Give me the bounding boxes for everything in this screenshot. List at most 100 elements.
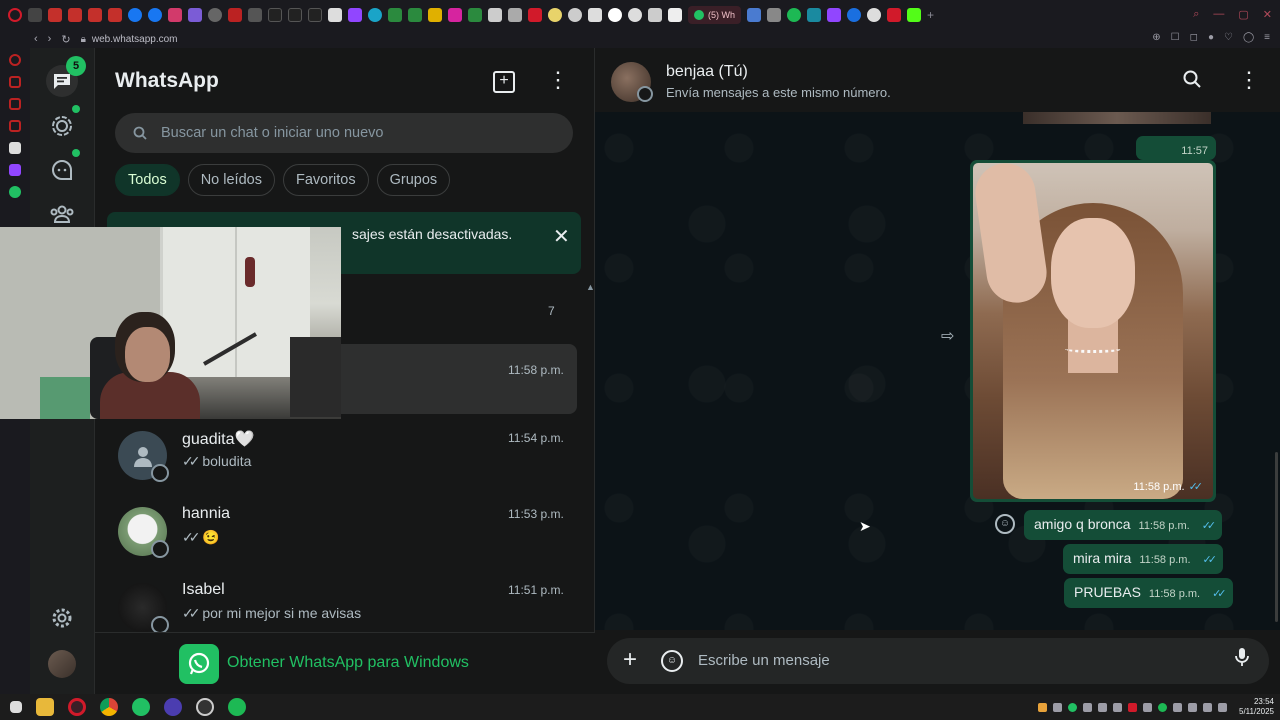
youtube-tab-icon[interactable] bbox=[88, 8, 102, 22]
menu-icon[interactable]: ≡ bbox=[1264, 32, 1270, 43]
tray-icon[interactable] bbox=[1113, 702, 1122, 712]
whatsapp-taskbar-icon[interactable] bbox=[132, 698, 150, 716]
composer-box[interactable]: + ☺ bbox=[607, 638, 1269, 684]
tab-icon[interactable] bbox=[508, 8, 522, 22]
tab-icon[interactable] bbox=[248, 8, 262, 22]
chat-row-guadita[interactable]: guadita🤍 11:54 p.m. ✓✓ boludita bbox=[107, 420, 577, 494]
opera-logo-icon[interactable] bbox=[8, 8, 22, 22]
chat-search-box[interactable]: Buscar un chat o iniciar uno nuevo bbox=[115, 113, 573, 153]
twitch-tab-icon[interactable] bbox=[827, 8, 841, 22]
windows-start-icon[interactable] bbox=[10, 701, 22, 713]
forward-icon[interactable]: › bbox=[48, 33, 52, 45]
new-chat-icon[interactable]: + bbox=[493, 71, 515, 93]
tab-icon[interactable] bbox=[668, 8, 682, 22]
tab-icon[interactable] bbox=[368, 8, 382, 22]
forward-icon[interactable]: ⇨ bbox=[941, 326, 954, 346]
tab-icon[interactable] bbox=[628, 8, 642, 22]
attach-plus-icon[interactable]: + bbox=[623, 647, 637, 673]
filter-todos[interactable]: Todos bbox=[115, 164, 180, 196]
docs-tab-icon[interactable] bbox=[488, 8, 502, 22]
tab-icon[interactable] bbox=[168, 8, 182, 22]
chrome-taskbar-icon[interactable] bbox=[100, 698, 118, 716]
obs-taskbar-icon[interactable] bbox=[196, 698, 214, 716]
filter-favoritos[interactable]: Favoritos bbox=[282, 164, 369, 196]
tab-icon[interactable] bbox=[9, 120, 21, 132]
tiktok-tab-icon[interactable] bbox=[288, 8, 302, 22]
heart-icon[interactable]: ♡ bbox=[1224, 32, 1233, 43]
microphone-icon[interactable] bbox=[1235, 647, 1249, 673]
filter-no-leidos[interactable]: No leídos bbox=[187, 164, 275, 196]
tab-icon[interactable] bbox=[328, 8, 342, 22]
emoji-react-icon[interactable]: ☺ bbox=[995, 514, 1015, 534]
extension-icon[interactable]: ● bbox=[1208, 32, 1214, 43]
drive-tab-icon[interactable] bbox=[408, 8, 422, 22]
reload-icon[interactable]: ↻ bbox=[61, 33, 70, 46]
tab-icon[interactable] bbox=[568, 8, 582, 22]
tab-icon[interactable] bbox=[747, 8, 761, 22]
search-icon[interactable] bbox=[1183, 70, 1201, 93]
tray-icon[interactable] bbox=[1053, 702, 1062, 712]
volume-icon[interactable] bbox=[1218, 702, 1227, 712]
tab-icon[interactable] bbox=[648, 8, 662, 22]
status-nav-button[interactable] bbox=[46, 110, 78, 142]
facebook-tab-icon[interactable] bbox=[128, 8, 142, 22]
new-tab-icon[interactable]: + bbox=[927, 8, 934, 22]
message-bubble[interactable]: PRUEBAS 11:58 p.m. ✓✓ bbox=[1064, 578, 1233, 608]
taskbar-clock[interactable]: 23:54 5/11/2025 bbox=[1239, 697, 1274, 717]
url-text[interactable]: web.whatsapp.com bbox=[92, 34, 178, 45]
tab-icon[interactable] bbox=[528, 8, 542, 22]
back-icon[interactable]: ‹ bbox=[34, 33, 38, 45]
close-window-icon[interactable]: ✕ bbox=[1263, 8, 1272, 21]
google-tab-icon[interactable] bbox=[608, 8, 622, 22]
tab-icon[interactable] bbox=[28, 8, 42, 22]
message-bubble[interactable]: amigo q bronca 11:58 p.m. ✓✓ bbox=[1024, 510, 1223, 540]
bookmark-icon[interactable]: ☐ bbox=[1171, 32, 1180, 43]
tab-icon[interactable] bbox=[228, 8, 242, 22]
instagram-tab-icon[interactable] bbox=[448, 8, 462, 22]
conversation-header[interactable]: benjaa (Tú) Envía mensajes a este mismo … bbox=[595, 48, 1280, 112]
kick-tab-icon[interactable] bbox=[907, 8, 921, 22]
spotify-taskbar-icon[interactable] bbox=[228, 698, 246, 716]
get-app-link[interactable]: Obtener WhatsApp para Windows bbox=[227, 654, 469, 672]
tray-icon[interactable] bbox=[1083, 702, 1092, 712]
tiktok-icon[interactable] bbox=[9, 142, 21, 154]
wifi-icon[interactable] bbox=[1203, 702, 1212, 712]
communities-nav-button[interactable] bbox=[46, 198, 78, 230]
tab-whatsapp-active[interactable]: (5) Wh bbox=[688, 6, 741, 24]
youtube-tab-icon[interactable] bbox=[108, 8, 122, 22]
opera-ai-icon[interactable] bbox=[9, 54, 21, 66]
drive-tab-icon[interactable] bbox=[468, 8, 482, 22]
youtube-tab-icon[interactable] bbox=[68, 8, 82, 22]
photo-image[interactable]: 11:58 p.m. ✓✓ bbox=[973, 163, 1213, 499]
facebook-tab-icon[interactable] bbox=[148, 8, 162, 22]
tray-icon[interactable] bbox=[1038, 702, 1047, 712]
tab-icon[interactable] bbox=[548, 8, 562, 22]
maximize-icon[interactable]: ▢ bbox=[1238, 8, 1248, 21]
settings-nav-button[interactable] bbox=[46, 602, 78, 634]
message-input[interactable] bbox=[698, 652, 1198, 669]
close-icon[interactable]: ✕ bbox=[553, 224, 570, 249]
tray-icon[interactable] bbox=[1143, 702, 1152, 712]
zoom-icon[interactable]: ⊕ bbox=[1152, 32, 1160, 43]
chat-row-hannia[interactable]: hannia 11:53 p.m. ✓✓ 😉 bbox=[107, 496, 577, 570]
tab-icon[interactable] bbox=[867, 8, 881, 22]
tab-icon[interactable] bbox=[9, 98, 21, 110]
previous-image-edge[interactable] bbox=[1023, 112, 1211, 124]
image-message[interactable]: 11:58 p.m. ✓✓ bbox=[970, 160, 1216, 502]
spotify-tab-icon[interactable] bbox=[787, 8, 801, 22]
minimize-icon[interactable]: — bbox=[1213, 8, 1224, 21]
profile-icon[interactable]: ◯ bbox=[1243, 32, 1254, 43]
whatsapp-icon[interactable] bbox=[9, 186, 21, 198]
tiktok-tab-icon[interactable] bbox=[268, 8, 282, 22]
app-taskbar-icon[interactable] bbox=[164, 698, 182, 716]
tray-icon[interactable] bbox=[1068, 702, 1077, 712]
list-menu-icon[interactable]: ⋮ bbox=[547, 68, 569, 92]
scroll-up-icon[interactable]: ▲ bbox=[586, 282, 595, 292]
drive-tab-icon[interactable] bbox=[388, 8, 402, 22]
file-explorer-icon[interactable] bbox=[36, 698, 54, 716]
conversation-menu-icon[interactable]: ⋮ bbox=[1238, 68, 1260, 92]
get-windows-app-banner[interactable]: Obtener WhatsApp para Windows bbox=[95, 632, 595, 694]
channels-nav-button[interactable] bbox=[46, 154, 78, 186]
tab-icon[interactable] bbox=[208, 8, 222, 22]
tab-icon[interactable] bbox=[767, 8, 781, 22]
